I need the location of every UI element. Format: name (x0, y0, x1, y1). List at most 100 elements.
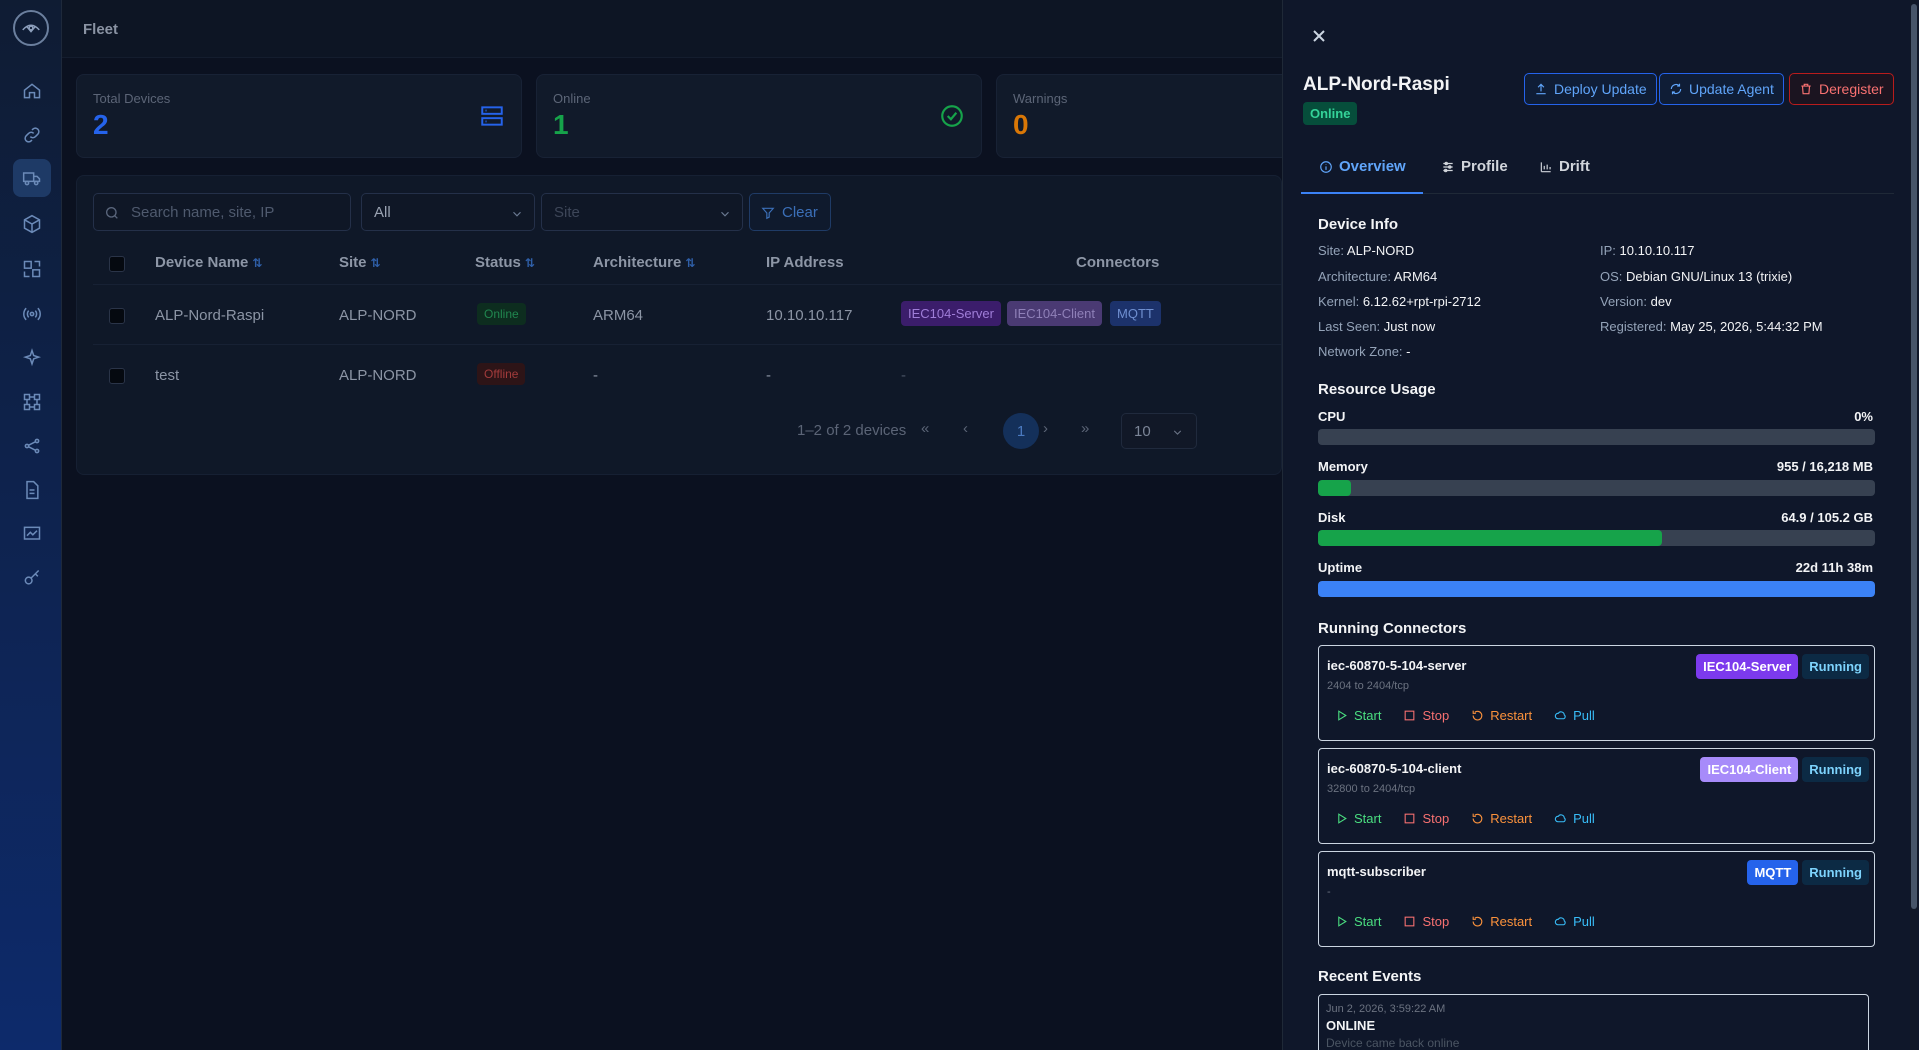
cube-icon (23, 214, 41, 234)
connector-state-badge: Running (1802, 860, 1869, 885)
status-badge: Offline (477, 363, 526, 385)
drawer-scrollbar[interactable] (1910, 0, 1918, 1050)
connector-tag: MQTT (1110, 301, 1161, 326)
device-arch: ARM64 (593, 307, 644, 324)
app-logo-icon[interactable] (13, 10, 49, 46)
connector-type-badge: IEC104-Server (1696, 654, 1799, 679)
first-page-button[interactable]: « (921, 420, 929, 437)
nav-packages[interactable] (13, 205, 51, 243)
device-detail-drawer: ALP-Nord-Raspi Online Deploy Update Upda… (1282, 0, 1919, 1050)
connector-badges: MQTT Running (1747, 860, 1869, 885)
clear-filters-button[interactable]: Clear (749, 193, 831, 231)
info-architecture: Architecture: ARM64 (1318, 269, 1438, 284)
devices-table-card: Search name, site, IP All Site Clear Dev… (76, 175, 1283, 475)
restart-icon (1472, 710, 1483, 721)
stop-button[interactable]: Stop (1403, 811, 1449, 826)
page-size-select[interactable]: 10 (1121, 413, 1197, 449)
nav-fleet[interactable] (13, 159, 51, 197)
nav-documents[interactable] (13, 471, 51, 509)
nav-ai[interactable] (13, 339, 51, 377)
deploy-update-button[interactable]: Deploy Update (1524, 73, 1657, 105)
device-info-title: Device Info (1318, 216, 1399, 233)
start-button[interactable]: Start (1335, 708, 1381, 723)
search-icon (106, 207, 118, 219)
resource-value: 0% (1854, 409, 1873, 424)
nav-share[interactable] (13, 427, 51, 465)
close-icon[interactable] (1311, 28, 1327, 44)
stop-icon (1405, 710, 1415, 721)
pull-button[interactable]: Pull (1554, 914, 1595, 929)
connector-card: iec-60870-5-104-client 32800 to 2404/tcp… (1318, 748, 1875, 844)
search-input[interactable]: Search name, site, IP (93, 193, 351, 231)
device-arch: - (593, 367, 598, 384)
nav-home[interactable] (13, 72, 51, 110)
last-page-button[interactable]: » (1081, 420, 1089, 437)
home-icon (23, 83, 41, 99)
truck-icon (22, 172, 41, 186)
info-os: OS: Debian GNU/Linux 13 (trixie) (1600, 269, 1793, 284)
restart-button[interactable]: Restart (1471, 811, 1532, 826)
tab-drift[interactable]: Drift (1539, 158, 1590, 175)
resource-usage-title: Resource Usage (1318, 381, 1436, 398)
stat-value: 0 (1013, 109, 1029, 140)
column-site[interactable]: Site ⇅ (339, 254, 381, 271)
tab-profile[interactable]: Profile (1441, 158, 1508, 175)
row-checkbox[interactable] (109, 308, 125, 324)
connector-name: iec-60870-5-104-server (1327, 658, 1467, 673)
resource-value: 22d 11h 38m (1795, 560, 1873, 575)
site-filter-select[interactable]: Site (541, 193, 743, 231)
column-status[interactable]: Status ⇅ (475, 254, 535, 271)
nav-topology[interactable] (13, 383, 51, 421)
column-device-name[interactable]: Device Name ⇅ (155, 254, 262, 271)
connector-badges: IEC104-Server Running (1696, 654, 1869, 679)
start-button[interactable]: Start (1335, 811, 1381, 826)
restart-icon (1472, 813, 1483, 824)
status-filter-select[interactable]: All (361, 193, 535, 231)
tab-overview[interactable]: Overview (1319, 158, 1406, 175)
update-agent-button[interactable]: Update Agent (1659, 73, 1784, 105)
active-tab-indicator (1301, 192, 1423, 194)
upload-icon (1536, 83, 1546, 95)
nav-signals[interactable] (13, 295, 51, 333)
connector-type-badge: MQTT (1747, 860, 1799, 885)
nav-mappings[interactable] (13, 250, 51, 288)
deregister-button[interactable]: Deregister (1789, 73, 1894, 105)
nav-monitoring[interactable] (13, 515, 51, 553)
stop-button[interactable]: Stop (1403, 914, 1449, 929)
status-badge: Online (477, 303, 526, 325)
link-icon (24, 127, 40, 143)
chart-icon (23, 526, 41, 540)
scrollbar-thumb[interactable] (1911, 4, 1917, 909)
pull-button[interactable]: Pull (1554, 708, 1595, 723)
share-icon (24, 438, 40, 454)
next-page-button[interactable]: › (1043, 420, 1048, 437)
start-button[interactable]: Start (1335, 914, 1381, 929)
row-checkbox[interactable] (109, 368, 125, 384)
connector-tag: IEC104-Client (1007, 301, 1102, 326)
sidebar (0, 0, 62, 1050)
status-filter-value: All (374, 204, 391, 221)
search-placeholder: Search name, site, IP (131, 204, 275, 221)
prev-page-button[interactable]: ‹ (963, 420, 968, 437)
page-button-active[interactable]: 1 (1003, 413, 1039, 449)
pull-button[interactable]: Pull (1554, 811, 1595, 826)
restart-button[interactable]: Restart (1471, 708, 1532, 723)
device-name[interactable]: ALP-Nord-Raspi (155, 307, 264, 324)
nav-connections[interactable] (13, 116, 51, 154)
status-badge: Online (1303, 102, 1358, 125)
radio-icon (23, 307, 41, 321)
stat-online: Online 1 (536, 74, 982, 158)
column-architecture[interactable]: Architecture ⇅ (593, 254, 695, 271)
device-ip: 10.10.10.117 (766, 307, 853, 324)
running-connectors-title: Running Connectors (1318, 620, 1467, 637)
nav-keys[interactable] (13, 559, 51, 597)
stat-value: 1 (553, 109, 569, 140)
restart-button[interactable]: Restart (1471, 914, 1532, 929)
stop-button[interactable]: Stop (1403, 708, 1449, 723)
select-all-checkbox[interactable] (109, 256, 125, 272)
stat-total-devices: Total Devices 2 (76, 74, 522, 158)
connector-actions: Start Stop Restart Pull (1335, 914, 1595, 929)
disk-bar (1318, 530, 1875, 546)
device-ip: - (766, 367, 771, 384)
device-name[interactable]: test (155, 367, 179, 384)
